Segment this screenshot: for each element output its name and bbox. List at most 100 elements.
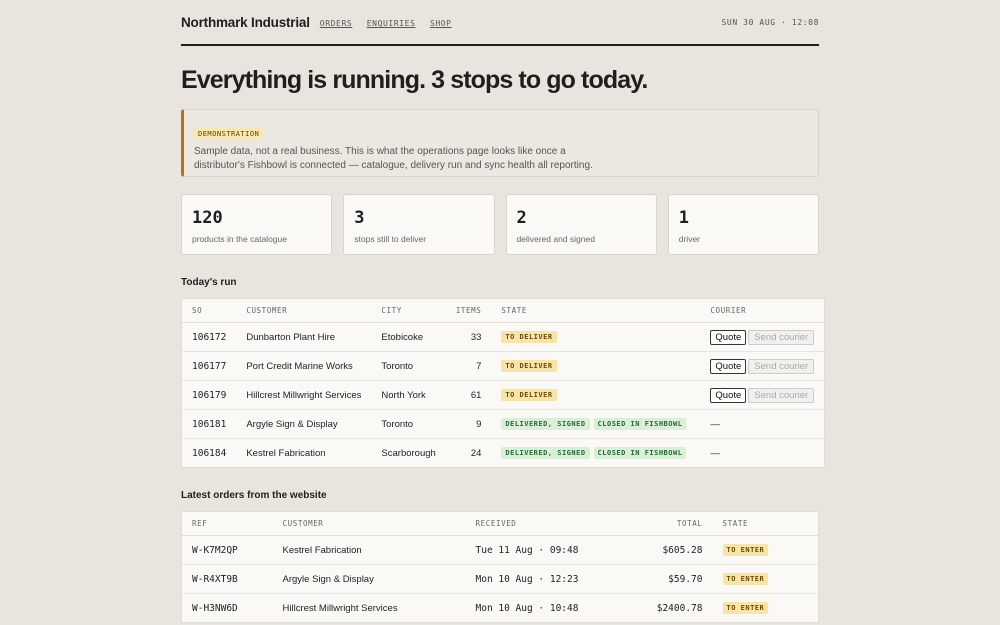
customer-name: Kestrel Fabrication (272, 535, 466, 565)
stat-label: products in the catalogue (192, 234, 287, 244)
stat-card-products: 120 products in the catalogue (181, 194, 333, 255)
so-number: 106172 (181, 322, 237, 352)
stat-card-drivers: 1 driver (667, 194, 819, 255)
status-badge: TO ENTER (722, 573, 769, 585)
status-badge: TO DELIVER (501, 360, 557, 372)
state-cell: TO ENTER (712, 535, 819, 565)
col-state: STATE (712, 511, 819, 536)
brand-name: Northmark Industrial (181, 14, 310, 30)
received-time: Mon 10 Aug · 12:23 (465, 564, 601, 594)
stat-label: stops still to deliver (354, 234, 427, 244)
order-total: $605.28 (600, 535, 713, 565)
page: Northmark Industrial ORDERS ENQUIRIES SH… (181, 0, 826, 623)
item-count: 7 (445, 351, 492, 381)
quote-button[interactable]: Quote (710, 358, 747, 374)
col-customer: CUSTOMER (272, 511, 466, 536)
table-row: W-H3NW6D Hillcrest Millwright Services Mon… (182, 594, 819, 623)
courier-cell: — (700, 439, 824, 468)
nav-orders[interactable]: ORDERS (320, 19, 353, 28)
status-badge: TO ENTER (722, 544, 769, 556)
city: North York (371, 380, 446, 410)
page-headline: Everything is running. 3 stops to go tod… (181, 66, 648, 94)
state-cell: DELIVERED, SIGNED CLOSED IN FISHBOWL (491, 409, 701, 439)
stat-label: delivered and signed (516, 234, 595, 244)
table-row: 106184 Kestrel Fabrication Scarborough 24 DE… (182, 439, 825, 468)
courier-cell: Quote Send courier (700, 380, 825, 410)
table-row: 106181 Argyle Sign & Display Toronto 9 DELIV… (181, 409, 825, 439)
top-bar: Northmark Industrial ORDERS ENQUIRIES SH… (181, 0, 819, 46)
col-so: SO (181, 298, 237, 323)
quote-button[interactable]: Quote (710, 329, 747, 345)
so-number: 106179 (181, 380, 237, 410)
customer-name: Hillcrest Millwright Services (282, 602, 398, 614)
stat-card-delivered: 2 delivered and signed (505, 194, 657, 255)
customer-name: Dunbarton Plant Hire (236, 322, 372, 352)
item-count: 33 (445, 322, 492, 352)
status-badge: TO DELIVER (501, 389, 557, 401)
received-time: Mon 10 Aug · 10:48 (475, 602, 579, 614)
stat-value: 2 (516, 208, 527, 228)
no-courier-dash: — (710, 418, 720, 430)
item-count: 61 (445, 380, 492, 410)
orders-section-title: Latest orders from the website (181, 490, 327, 501)
col-courier: COURIER (700, 298, 825, 323)
orders-table: REF CUSTOMER RECEIVED TOTAL STATE W-K7M2… (181, 511, 819, 623)
send-courier-button[interactable]: Send courier (748, 387, 815, 403)
send-courier-button[interactable]: Send courier (748, 329, 815, 345)
stat-value: 3 (354, 208, 365, 228)
order-total: $59.70 (600, 564, 713, 594)
order-ref[interactable]: W-H3NW6D (182, 594, 273, 623)
stat-label: driver (678, 234, 701, 244)
customer-name: Hillcrest Millwright Services (236, 380, 372, 410)
item-count: 9 (445, 409, 492, 439)
col-city: CITY (371, 298, 446, 323)
date-time: SUN 30 AUG · 12:08 (721, 17, 819, 27)
city: Scarborough (381, 447, 436, 459)
customer-name: Kestrel Fabrication (246, 447, 326, 459)
nav-shop[interactable]: SHOP (430, 19, 452, 28)
status-badge: DELIVERED, SIGNED (501, 418, 590, 430)
customer-name: Argyle Sign & Display (236, 409, 372, 439)
order-ref[interactable]: W-K7M2QP (181, 535, 273, 565)
col-items: ITEMS (445, 298, 492, 323)
status-badge: TO DELIVER (501, 331, 557, 343)
status-badge: CLOSED IN FISHBOWL (593, 418, 687, 430)
state-cell: TO ENTER (712, 564, 819, 594)
send-courier-button[interactable]: Send courier (748, 358, 815, 374)
city: Toronto (371, 409, 446, 439)
customer-name: Port Credit Marine Works (236, 351, 372, 381)
city: Toronto (371, 351, 446, 381)
state-cell: DELIVERED, SIGNED CLOSED IN FISHBOWL (491, 439, 700, 468)
stats-row: 120 products in the catalogue 3 stops st… (181, 194, 819, 255)
order-ref[interactable]: W-R4XT9B (181, 564, 273, 594)
courier-cell: Quote Send courier (700, 351, 825, 381)
stat-value: 1 (678, 208, 689, 228)
stat-card-stops: 3 stops still to deliver (343, 194, 495, 255)
demo-notice: DEMONSTRATION Sample data, not a real bu… (181, 109, 819, 177)
order-total: $2400.78 (656, 602, 703, 614)
table-row: W-K7M2QP Kestrel Fabrication Tue 11 Aug · … (181, 535, 819, 565)
main-nav: ORDERS ENQUIRIES SHOP (320, 13, 462, 31)
status-badge: TO ENTER (722, 602, 769, 614)
col-state: STATE (491, 298, 701, 323)
demo-text: Sample data, not a real business. This i… (194, 146, 593, 171)
status-badge: DELIVERED, SIGNED (501, 447, 590, 459)
table-row: 106179 Hillcrest Millwright Services North… (181, 380, 825, 410)
run-table: SO CUSTOMER CITY ITEMS STATE COURIER 106… (181, 298, 826, 468)
run-section-title: Today's run (181, 277, 237, 288)
courier-cell: Quote Send courier (700, 322, 825, 352)
nav-enquiries[interactable]: ENQUIRIES (367, 19, 416, 28)
so-number: 106177 (181, 351, 237, 381)
received-time: Tue 11 Aug · 09:48 (465, 535, 601, 565)
col-customer: CUSTOMER (236, 298, 372, 323)
quote-button[interactable]: Quote (710, 387, 747, 403)
col-received: RECEIVED (465, 511, 601, 536)
state-cell: TO ENTER (713, 594, 819, 623)
no-courier-dash: — (710, 447, 720, 459)
so-number: 106181 (181, 409, 237, 439)
state-cell: TO DELIVER (491, 380, 701, 410)
table-row: 106172 Dunbarton Plant Hire Etobicoke 33 TO … (181, 322, 825, 352)
city: Etobicoke (371, 322, 446, 352)
customer-name: Argyle Sign & Display (272, 564, 466, 594)
stat-value: 120 (192, 208, 223, 228)
